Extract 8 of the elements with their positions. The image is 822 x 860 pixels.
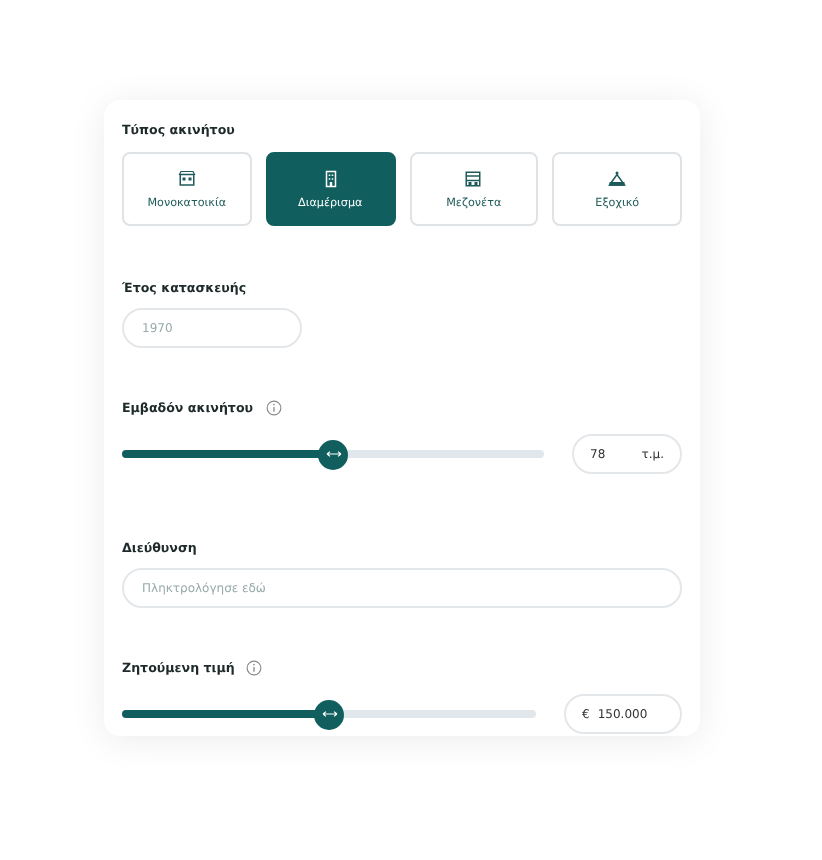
cabin-icon [608, 169, 627, 187]
slider-handle[interactable] [318, 439, 348, 469]
info-icon[interactable] [246, 660, 263, 676]
slider-handle[interactable] [314, 699, 344, 729]
house-icon [177, 169, 196, 187]
building-icon [321, 169, 340, 187]
info-icon[interactable] [265, 400, 282, 416]
building-icon [464, 169, 483, 187]
